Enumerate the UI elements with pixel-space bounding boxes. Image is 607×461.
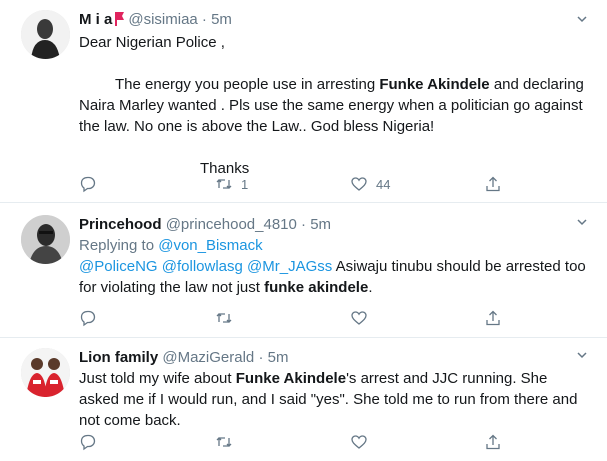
user-handle[interactable]: @MaziGerald <box>162 349 254 366</box>
reply-icon <box>80 176 96 193</box>
tweet[interactable]: Lion family @MaziGerald · 5m Just told m… <box>0 338 607 461</box>
reply-icon <box>80 434 96 451</box>
share-icon <box>486 176 500 192</box>
display-name[interactable]: Lion family <box>79 349 158 366</box>
avatar[interactable] <box>21 348 70 397</box>
like-count: 44 <box>376 176 391 192</box>
tweet-paragraph: Dear Nigerian Police , <box>79 34 225 51</box>
caret-down-icon[interactable] <box>575 215 589 229</box>
reply-icon <box>80 310 96 327</box>
tweet-paragraph: The energy you people use in arresting F… <box>79 76 584 135</box>
share-button[interactable] <box>484 175 510 193</box>
retweet-icon <box>216 437 232 447</box>
reply-button[interactable] <box>79 309 105 327</box>
separator-dot: · <box>201 11 207 28</box>
timeline-feed: M i a @sisimiaa · 5m Dear Nigerian Police… <box>0 0 607 461</box>
tweet-actions <box>79 433 607 453</box>
share-icon <box>486 434 500 450</box>
like-button[interactable] <box>350 433 376 451</box>
tweet-text: Just told my wife about Funke Akindele's… <box>79 370 578 429</box>
bold-keyword: funke akindele <box>264 279 369 296</box>
share-icon <box>486 310 500 326</box>
tweet[interactable]: M i a @sisimiaa · 5m Dear Nigerian Police… <box>0 0 607 203</box>
tweet-actions: 1 44 <box>79 175 607 195</box>
user-handle[interactable]: @sisimiaa <box>128 11 197 28</box>
retweet-button[interactable]: 1 <box>215 175 248 193</box>
separator-dot: · <box>301 216 307 233</box>
like-button[interactable] <box>350 309 376 327</box>
share-button[interactable] <box>484 309 510 327</box>
reply-button[interactable] <box>79 175 105 193</box>
retweet-button[interactable] <box>215 433 241 451</box>
caret-down-icon[interactable] <box>575 348 589 362</box>
user-handle[interactable]: @princehood_4810 <box>166 216 297 233</box>
avatar[interactable] <box>21 215 70 264</box>
replying-to-mention[interactable]: @von_Bismack <box>158 237 262 254</box>
bold-keyword: Funke Akindele <box>235 370 347 387</box>
retweet-icon <box>216 179 232 189</box>
avatar[interactable] <box>21 10 70 59</box>
retweet-button[interactable] <box>215 309 241 327</box>
tweet-header: Lion family @MaziGerald · 5m <box>79 348 587 368</box>
timestamp[interactable]: 5m <box>268 349 289 366</box>
display-name[interactable]: M i a <box>79 11 112 28</box>
like-icon <box>351 311 367 325</box>
flag-icon <box>115 12 125 26</box>
like-icon <box>351 435 367 449</box>
bold-keyword: Funke Akindele <box>379 76 490 93</box>
mention-link[interactable]: @followlasg <box>162 258 243 275</box>
retweet-icon <box>216 313 232 323</box>
timestamp[interactable]: 5m <box>211 11 232 28</box>
like-icon <box>351 177 367 191</box>
like-button[interactable]: 44 <box>350 175 390 193</box>
tweet-header: Princehood @princehood_4810 · 5m <box>79 215 587 235</box>
mention-link[interactable]: @PoliceNG <box>79 258 158 275</box>
tweet-text: @PoliceNG @followlasg @Mr_JAGss Asiwaju … <box>79 258 586 296</box>
replying-to-label: Replying to <box>79 237 155 254</box>
tweet[interactable]: Princehood @princehood_4810 · 5m Replyin… <box>0 203 607 338</box>
tweet-header: M i a @sisimiaa · 5m <box>79 10 587 30</box>
replying-to: Replying to @von_Bismack <box>79 235 587 256</box>
caret-down-icon[interactable] <box>575 12 589 26</box>
tweet-text: Dear Nigerian Police , The energy you pe… <box>79 32 587 179</box>
tweet-actions <box>79 309 607 329</box>
share-button[interactable] <box>484 433 510 451</box>
retweet-count: 1 <box>241 176 249 192</box>
display-name[interactable]: Princehood <box>79 216 162 233</box>
reply-button[interactable] <box>79 433 105 451</box>
timestamp[interactable]: 5m <box>310 216 331 233</box>
mention-link[interactable]: @Mr_JAGss <box>247 258 332 275</box>
separator-dot: · <box>258 349 264 366</box>
